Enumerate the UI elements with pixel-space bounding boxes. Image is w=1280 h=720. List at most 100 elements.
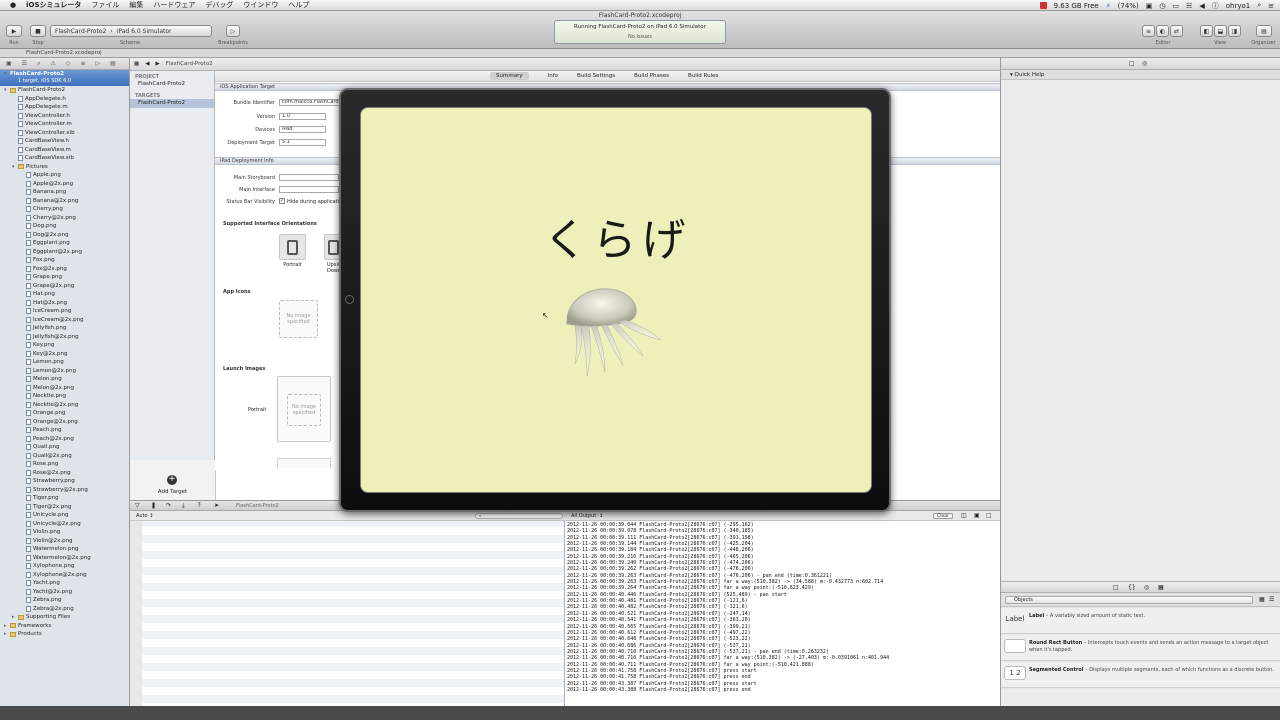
- navigator-file-row[interactable]: Fox.png: [0, 256, 129, 265]
- notification-icon[interactable]: ≡: [1268, 2, 1274, 10]
- timemachine-icon[interactable]: ◷: [1159, 2, 1165, 10]
- navigator-file-row[interactable]: Watermelon.png: [0, 545, 129, 554]
- tab-project[interactable]: FlashCard-Proto2.xcodeproj: [26, 50, 102, 56]
- output-scope-select[interactable]: All Output: [571, 513, 596, 519]
- pause-icon[interactable]: ❚: [151, 502, 156, 509]
- navigator-file-row[interactable]: Hat.png: [0, 290, 129, 299]
- navigator-file-row[interactable]: Melon@2x.png: [0, 384, 129, 393]
- target-item[interactable]: FlashCard-Proto2: [130, 99, 214, 108]
- user-name[interactable]: ohryo1: [1226, 2, 1250, 10]
- menu-debug[interactable]: デバッグ: [205, 0, 233, 10]
- orientation-upside-down-button[interactable]: [324, 234, 340, 260]
- navigator-file-row[interactable]: Grape@2x.png: [0, 282, 129, 291]
- navigator-file-row[interactable]: Lemon@2x.png: [0, 367, 129, 376]
- navigator-file-row[interactable]: Banana@2x.png: [0, 197, 129, 206]
- navigator-group-row[interactable]: ▾ FlashCard-Proto2: [0, 86, 129, 95]
- hide-debug-icon[interactable]: ▽: [135, 502, 140, 509]
- variables-search-field[interactable]: ⌕: [475, 513, 563, 519]
- navigator-file-row[interactable]: Xylophone.png: [0, 562, 129, 571]
- tab-summary[interactable]: Summary: [490, 72, 529, 80]
- navigator-file-row[interactable]: Xylophone@2x.png: [0, 571, 129, 580]
- folder-icon[interactable]: ▣: [6, 60, 12, 67]
- app-icon-well[interactable]: No image specified: [279, 300, 318, 338]
- navigator-file-row[interactable]: Eggplant@2x.png: [0, 248, 129, 257]
- media-library-icon[interactable]: ▦: [1158, 584, 1164, 591]
- navigator-file-row[interactable]: CardBaseView.h: [0, 137, 129, 146]
- navigator-file-row[interactable]: Melon.png: [0, 375, 129, 384]
- console-clear-button[interactable]: Clear: [933, 513, 953, 519]
- spotlight-icon[interactable]: ⌕: [1257, 1, 1261, 10]
- object-library-icon[interactable]: ◎: [1144, 584, 1149, 591]
- scheme-selector[interactable]: FlashCard-Proto2 › iPad 6.0 Simulator: [50, 25, 212, 37]
- navigator-file-row[interactable]: Apple@2x.png: [0, 180, 129, 189]
- navigator-file-row[interactable]: Key.png: [0, 341, 129, 350]
- navigator-file-row[interactable]: Hat@2x.png: [0, 299, 129, 308]
- main-storyboard-field[interactable]: [279, 174, 339, 181]
- search-icon[interactable]: ⌕: [37, 60, 40, 68]
- navigator-file-row[interactable]: Necktie@2x.png: [0, 401, 129, 410]
- split-view-icon[interactable]: ◫: [961, 512, 967, 519]
- navigator-group-row[interactable]: ▸ Supporting Files: [0, 613, 129, 622]
- navigator-file-row[interactable]: Tiger.png: [0, 494, 129, 503]
- navigator-file-row[interactable]: Eggplant.png: [0, 239, 129, 248]
- step-in-icon[interactable]: ⤓: [182, 502, 185, 510]
- view-debug-button[interactable]: ⬓: [1214, 25, 1227, 37]
- menu-hardware[interactable]: ハードウェア: [153, 0, 195, 10]
- editor-standard-button[interactable]: ≡: [1142, 25, 1155, 37]
- forward-icon[interactable]: ▶: [155, 61, 159, 67]
- navigator-file-row[interactable]: Unicycle.png: [0, 511, 129, 520]
- console-output[interactable]: 2012-11-26 00:00:39.044 FlashCard-Proto2…: [567, 522, 997, 693]
- quick-help-icon[interactable]: ◎: [1142, 60, 1147, 67]
- editor-assistant-button[interactable]: ◐: [1156, 25, 1169, 37]
- breakpoints-button[interactable]: ▷: [226, 25, 240, 37]
- menu-edit[interactable]: 編集: [129, 0, 143, 10]
- navigator-file-row[interactable]: Jellyfish.png: [0, 324, 129, 333]
- navigator-file-row[interactable]: ViewController.xib: [0, 129, 129, 138]
- navigator-group-row[interactable]: ▾ Pictures: [0, 163, 129, 172]
- location-icon[interactable]: ➤: [214, 502, 219, 509]
- breakpoint-icon[interactable]: ▷: [95, 60, 100, 67]
- wifi-icon[interactable]: ☵: [1186, 2, 1192, 10]
- volume-icon[interactable]: ◀: [1199, 2, 1204, 10]
- warning-icon[interactable]: ⚠: [50, 60, 55, 67]
- navigator-file-row[interactable]: AppDelegate.h: [0, 95, 129, 104]
- display-icon[interactable]: ▭: [1172, 2, 1179, 10]
- navigator-file-row[interactable]: Yacht.png: [0, 579, 129, 588]
- navigator-group-row[interactable]: ▸ Products: [0, 630, 129, 639]
- file-inspector-icon[interactable]: □: [1129, 60, 1135, 67]
- navigator-file-row[interactable]: Quail.png: [0, 443, 129, 452]
- navigator-file-row[interactable]: Jellyfish@2x.png: [0, 333, 129, 342]
- navigator-file-row[interactable]: Key@2x.png: [0, 350, 129, 359]
- menu-app[interactable]: iOSシミュレータ: [26, 0, 81, 10]
- navigator-file-row[interactable]: IceCream.png: [0, 307, 129, 316]
- main-interface-field[interactable]: [279, 186, 339, 193]
- navigator-file-row[interactable]: Unicycle@2x.png: [0, 520, 129, 529]
- navigator-file-row[interactable]: Peach@2x.png: [0, 435, 129, 444]
- navigator-file-row[interactable]: Orange.png: [0, 409, 129, 418]
- debug-breadcrumb[interactable]: FlashCard-Proto2: [236, 503, 279, 509]
- navigator-file-row[interactable]: Peach.png: [0, 426, 129, 435]
- navigator-file-row[interactable]: CardBaseView.m: [0, 146, 129, 155]
- library-item-label[interactable]: Label Label – A variably sized amount of…: [1001, 608, 1280, 634]
- log-icon[interactable]: ▤: [110, 60, 116, 67]
- step-over-icon[interactable]: ↷: [166, 502, 171, 509]
- list-view-icon[interactable]: ☰: [1269, 596, 1274, 603]
- navigator-file-row[interactable]: Orange@2x.png: [0, 418, 129, 427]
- launch-image-well[interactable]: No image specified: [287, 394, 321, 426]
- debug-icon[interactable]: ≡: [80, 60, 85, 67]
- view-utility-button[interactable]: ◨: [1228, 25, 1241, 37]
- user-icon[interactable]: ⓘ: [1212, 1, 1219, 11]
- variables-only-icon[interactable]: □: [986, 512, 992, 519]
- navigator-file-row[interactable]: Zebra@2x.png: [0, 605, 129, 614]
- library-item-round-rect-button[interactable]: Round Rect Button – Intercepts touch eve…: [1001, 635, 1280, 661]
- devices-select[interactable]: iPad: [279, 126, 326, 133]
- hide-status-bar-checkbox[interactable]: ✓: [279, 198, 285, 204]
- console-only-icon[interactable]: ▣: [974, 512, 980, 519]
- navigator-file-row[interactable]: Strawberry.png: [0, 477, 129, 486]
- project-item[interactable]: FlashCard-Proto2: [130, 80, 214, 89]
- run-button[interactable]: ▶: [6, 25, 22, 37]
- tab-build-rules[interactable]: Build Rules: [688, 73, 718, 79]
- variables-scope-select[interactable]: Auto: [136, 513, 148, 519]
- navigator-file-row[interactable]: Tiger@2x.png: [0, 503, 129, 512]
- version-field[interactable]: 1.0: [279, 113, 326, 120]
